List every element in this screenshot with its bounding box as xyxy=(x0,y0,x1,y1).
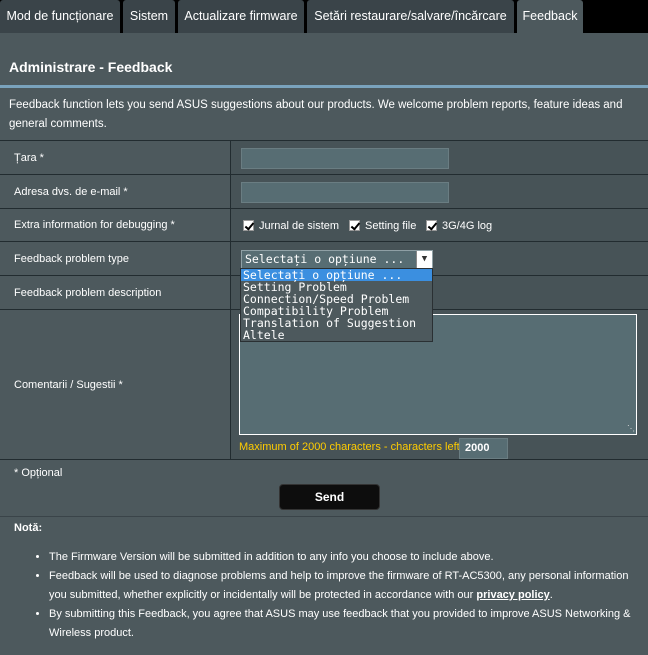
3g4g-log-checkbox[interactable]: 3G/4G log xyxy=(426,219,492,232)
system-log-checkbox[interactable]: Jurnal de sistem xyxy=(243,219,339,232)
debug-row: Extra information for debugging * Jurnal… xyxy=(0,208,648,241)
setting-file-checkbox[interactable]: Setting file xyxy=(349,219,416,232)
title-divider xyxy=(0,85,648,88)
check-icon xyxy=(349,220,360,231)
problem-type-dropdown: Selectați o opțiune ... Setting Problem … xyxy=(240,268,433,342)
send-button[interactable]: Send xyxy=(279,484,380,510)
notes-divider xyxy=(0,516,648,517)
comments-label: Comentarii / Sugestii * xyxy=(0,310,231,459)
max-characters-note: Maximum of 2000 characters - characters … xyxy=(239,441,466,453)
resize-grip-icon[interactable]: ⋱ xyxy=(627,425,635,433)
problem-desc-label: Feedback problem description xyxy=(0,276,231,309)
problem-type-label: Feedback problem type xyxy=(0,242,231,275)
dropdown-option[interactable]: Altele xyxy=(241,329,432,341)
setting-file-label: Setting file xyxy=(365,219,417,232)
country-input[interactable] xyxy=(241,148,449,169)
notes-list: The Firmware Version will be submitted i… xyxy=(49,548,639,643)
page-description: Feedback function lets you send ASUS sug… xyxy=(9,99,623,130)
email-input[interactable] xyxy=(241,182,449,203)
note-text: The Firmware Version will be submitted i… xyxy=(49,551,494,563)
check-icon xyxy=(426,220,437,231)
list-item: By submitting this Feedback, you agree t… xyxy=(49,605,639,643)
problem-type-select[interactable]: Selectați o opțiune ... ▼ xyxy=(241,250,433,269)
tab-bar: Mod de funcționare Sistem Actualizare fi… xyxy=(0,0,648,33)
debug-label: Extra information for debugging * xyxy=(0,209,231,241)
system-log-label: Jurnal de sistem xyxy=(259,219,340,232)
note-suffix: . xyxy=(549,589,553,601)
privacy-policy-link[interactable]: privacy policy xyxy=(476,589,549,601)
email-row: Adresa dvs. de e-mail * xyxy=(0,174,648,208)
page-title: Administrare - Feedback xyxy=(9,59,173,75)
note-text: By submitting this Feedback, you agree t… xyxy=(49,608,631,639)
country-row: Țara * xyxy=(0,140,648,174)
problem-type-selected: Selectați o opțiune ... xyxy=(245,252,405,266)
list-item: The Firmware Version will be submitted i… xyxy=(49,548,639,567)
list-item: Feedback will be used to diagnose proble… xyxy=(49,567,639,605)
check-icon xyxy=(243,220,254,231)
tab-operation-mode[interactable]: Mod de funcționare xyxy=(0,0,120,33)
tab-restore-save-upload[interactable]: Setări restaurare/salvare/încărcare xyxy=(307,0,514,33)
tab-feedback[interactable]: Feedback xyxy=(517,0,583,33)
tab-system[interactable]: Sistem xyxy=(123,0,175,33)
feedback-panel: Administrare - Feedback Feedback functio… xyxy=(0,33,648,655)
country-label: Țara * xyxy=(0,141,231,174)
characters-left-counter: 2000 xyxy=(459,438,508,459)
3g4g-log-label: 3G/4G log xyxy=(442,219,493,232)
optional-note: * Opțional xyxy=(14,467,63,479)
email-label: Adresa dvs. de e-mail * xyxy=(0,175,231,208)
notes-title: Notă: xyxy=(14,522,43,534)
chevron-down-icon[interactable]: ▼ xyxy=(416,251,432,268)
tab-firmware-upgrade[interactable]: Actualizare firmware xyxy=(178,0,304,33)
